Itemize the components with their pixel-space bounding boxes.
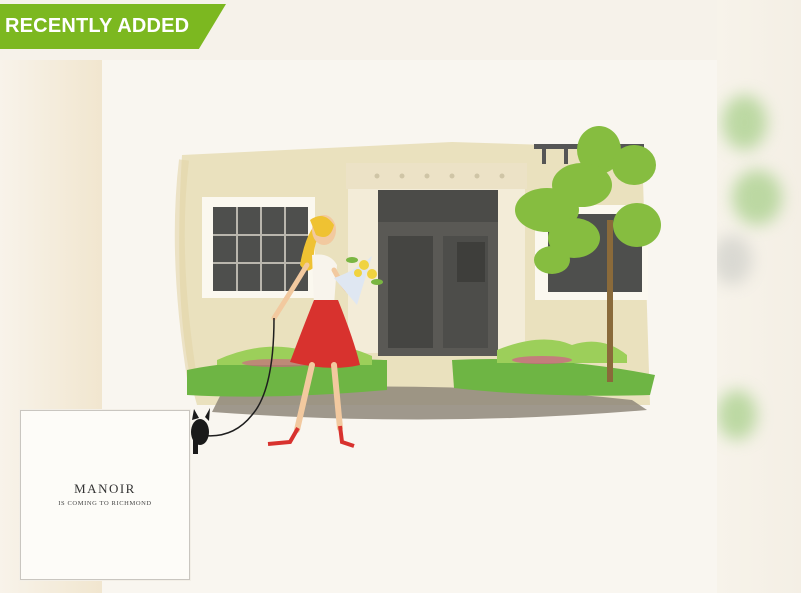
main-illustration-card[interactable]: MANOIR IS COMING TO RICHMOND [20,60,717,593]
background-right-strip [712,0,801,593]
thumbnail-logo-title: MANOIR [74,481,136,496]
thumbnail-logo-subtitle: IS COMING TO RICHMOND [58,500,152,507]
house-illustration [174,126,661,454]
recently-added-badge: RECENTLY ADDED [0,4,226,49]
door-transom [378,190,498,222]
thumbnail-card[interactable]: MANOIR IS COMING TO RICHMOND [20,410,190,580]
dog-figure [191,408,210,454]
tree-trunk [607,220,613,382]
